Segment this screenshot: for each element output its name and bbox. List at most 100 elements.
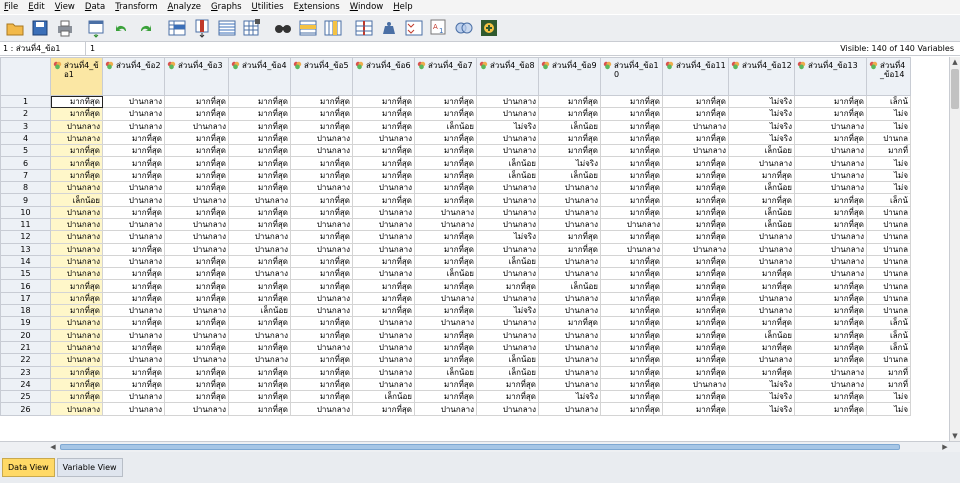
scroll-down-icon[interactable]: ▼ <box>950 431 960 441</box>
row-number[interactable]: 22 <box>0 353 51 367</box>
horizontal-scroll-thumb[interactable] <box>60 444 900 450</box>
data-cell[interactable]: ปานกลาง <box>476 316 539 330</box>
data-cell[interactable]: ปานกลาง <box>50 230 103 244</box>
data-cell[interactable]: มากที่สุด <box>228 377 291 392</box>
data-cell[interactable]: มากที่สุด <box>228 390 291 404</box>
data-cell[interactable]: ปานกลาง <box>352 316 415 330</box>
data-cell[interactable]: มากที่สุด <box>414 353 477 367</box>
data-cell[interactable]: มากที่สุด <box>164 107 229 121</box>
data-cell[interactable]: มากที่สุด <box>290 193 353 207</box>
data-cell[interactable]: มากที่สุด <box>538 242 601 256</box>
data-cell[interactable]: มากที่สุด <box>228 144 291 158</box>
data-cell[interactable]: ปานกลาง <box>290 402 353 416</box>
undo-icon[interactable] <box>110 17 132 39</box>
data-cell[interactable]: มากที่สุด <box>414 144 477 158</box>
data-cell[interactable]: ปานกลาง <box>352 181 415 195</box>
data-cell[interactable]: มากที่สุด <box>352 254 415 269</box>
data-cell[interactable]: ปานกลาง <box>476 107 539 121</box>
data-cell[interactable]: เล็กน้อย <box>50 193 103 207</box>
data-cell[interactable]: มากที่สุด <box>164 365 229 379</box>
data-cell[interactable]: มากที่สุด <box>164 205 229 219</box>
variables-icon[interactable] <box>216 17 238 39</box>
data-cell[interactable]: มากที่สุด <box>164 254 229 269</box>
data-cell[interactable]: มากที่สุด <box>662 402 729 416</box>
data-cell[interactable]: มากที่สุด <box>228 365 291 379</box>
data-cell[interactable]: ปานกลาง <box>728 242 795 256</box>
data-cell[interactable]: เล็กน้อย <box>476 365 539 379</box>
data-cell[interactable]: มากที่สุด <box>794 340 867 355</box>
data-cell[interactable]: มากที่สุด <box>662 353 729 367</box>
data-cell[interactable]: มากที่สุด <box>662 230 729 244</box>
column-header[interactable]: ส่วนที่4_ข้อ14 <box>866 57 911 96</box>
data-cell[interactable]: มากที่สุด <box>662 181 729 195</box>
data-cell[interactable]: เล็กน้อย <box>414 267 477 281</box>
data-cell[interactable]: ปานกลาง <box>102 328 165 342</box>
data-cell[interactable]: มากที่สุด <box>414 181 477 195</box>
data-cell[interactable]: มากที่สุด <box>228 94 291 109</box>
open-folder-icon[interactable] <box>4 17 26 39</box>
column-header[interactable]: ส่วนที่4_ข้อ1 <box>50 57 103 96</box>
data-cell[interactable]: มากที่สุด <box>102 340 165 355</box>
data-cell[interactable]: ปานกลาง <box>290 340 353 355</box>
data-cell[interactable]: มากที่สุด <box>414 328 477 342</box>
data-cell[interactable]: ปานกลาง <box>352 242 415 256</box>
column-header[interactable]: ส่วนที่4_ข้อ12 <box>728 57 795 96</box>
row-number[interactable]: 26 <box>0 402 51 416</box>
data-cell[interactable]: มากที่สุด <box>600 340 663 355</box>
column-header[interactable]: ส่วนที่4_ข้อ7 <box>414 57 477 96</box>
data-cell[interactable]: ปานกล <box>866 242 911 256</box>
data-cell[interactable]: ปานกลาง <box>228 353 291 367</box>
data-cell[interactable]: มากที่สุด <box>662 205 729 219</box>
value-labels-icon[interactable]: A1 <box>428 17 450 39</box>
data-cell[interactable]: ปานกลาง <box>794 181 867 195</box>
data-cell[interactable]: ไม่จริง <box>728 402 795 416</box>
menu-item-data[interactable]: Data <box>81 0 109 14</box>
data-cell[interactable]: มากที่สุด <box>228 168 291 183</box>
spell-check-icon[interactable] <box>478 17 500 39</box>
data-cell[interactable]: มากที่สุด <box>600 279 663 293</box>
data-cell[interactable]: มากที่สุด <box>600 304 663 318</box>
data-cell[interactable]: ปานกลาง <box>728 291 795 306</box>
data-cell[interactable]: มากที่สุด <box>600 94 663 109</box>
data-cell[interactable]: ปานกลาง <box>538 291 601 306</box>
data-cell[interactable]: มากที่สุด <box>794 94 867 109</box>
data-cell[interactable]: ปานกลาง <box>476 328 539 342</box>
data-cell[interactable]: มากที่สุด <box>50 291 103 306</box>
data-cell[interactable]: เล็กน้อย <box>476 353 539 367</box>
data-cell[interactable]: มากที่สุด <box>50 94 103 109</box>
data-cell[interactable]: ปานกลาง <box>164 242 229 256</box>
data-cell[interactable]: เล็กน้อย <box>728 217 795 232</box>
data-cell[interactable]: ปานกลาง <box>538 377 601 392</box>
data-cell[interactable]: มากที่สุด <box>228 316 291 330</box>
data-cell[interactable]: มากที่สุด <box>102 316 165 330</box>
data-cell[interactable]: ปานกลาง <box>476 291 539 306</box>
data-cell[interactable]: ปานกลาง <box>164 304 229 318</box>
menu-item-transform[interactable]: Transform <box>111 0 161 14</box>
data-cell[interactable]: มากที่สุด <box>290 390 353 404</box>
scroll-up-icon[interactable]: ▲ <box>950 57 960 67</box>
data-cell[interactable]: มากที่สุด <box>794 304 867 318</box>
data-cell[interactable]: มากที่สุด <box>290 353 353 367</box>
data-cell[interactable]: ปานกล <box>866 205 911 219</box>
column-header[interactable]: ส่วนที่4_ข้อ13 <box>794 57 867 96</box>
data-cell[interactable]: ปานกลาง <box>476 205 539 219</box>
data-cell[interactable]: ปานกลาง <box>228 328 291 342</box>
data-cell[interactable]: มากที่สุด <box>414 390 477 404</box>
data-cell[interactable]: ปานกลาง <box>50 205 103 219</box>
data-cell[interactable]: มากที่สุด <box>414 168 477 183</box>
data-cell[interactable]: มากที่สุด <box>164 144 229 158</box>
tab-variable-view[interactable]: Variable View <box>56 458 123 477</box>
data-cell[interactable]: ปานกลาง <box>102 304 165 318</box>
vertical-scrollbar[interactable]: ▲ ▼ <box>949 57 960 441</box>
data-cell[interactable]: ปานกลาง <box>794 242 867 256</box>
data-cell[interactable]: ปานกลาง <box>50 254 103 269</box>
data-cell[interactable]: ปานกลาง <box>164 119 229 133</box>
data-cell[interactable]: มากที่สุด <box>600 181 663 195</box>
data-cell[interactable]: ปานกล <box>866 353 911 367</box>
data-cell[interactable]: มากที่สุด <box>290 267 353 281</box>
row-number[interactable]: 17 <box>0 291 51 306</box>
data-cell[interactable]: ปานกลาง <box>50 119 103 133</box>
menu-item-edit[interactable]: Edit <box>24 0 48 14</box>
data-cell[interactable]: มากที่สุด <box>600 353 663 367</box>
data-cell[interactable]: มากที่สุด <box>352 156 415 170</box>
